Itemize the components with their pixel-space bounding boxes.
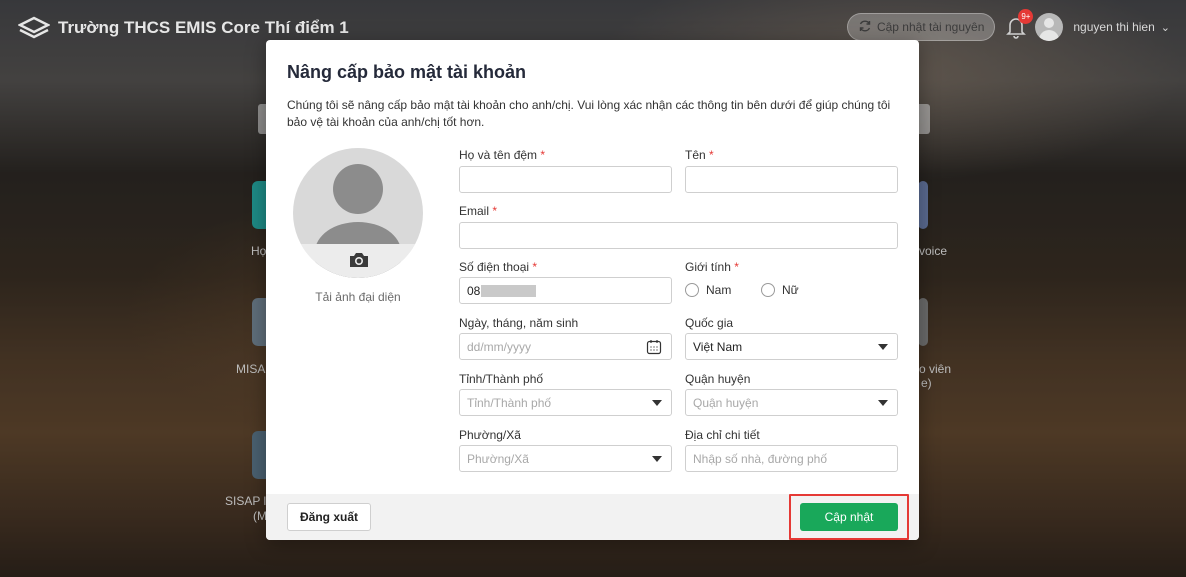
upload-avatar-label[interactable]: Tải ảnh đại diện <box>293 290 423 304</box>
ward-label: Phường/Xã <box>459 428 521 442</box>
notification-bell-icon[interactable]: 9+ <box>1005 9 1034 39</box>
first-name-label: Tên * <box>685 148 714 162</box>
username[interactable]: nguyen thi hien <box>1073 20 1154 34</box>
last-name-input[interactable] <box>459 166 672 193</box>
dropdown-caret-icon[interactable] <box>652 456 662 462</box>
avatar-head <box>333 164 383 214</box>
address-input[interactable]: Nhập số nhà, đường phố <box>685 445 898 472</box>
app-logo-icon <box>18 15 50 41</box>
dob-input[interactable]: dd/mm/yyyy <box>459 333 672 360</box>
background-app-label: MISA <box>236 362 266 376</box>
background-app-tile <box>918 298 928 346</box>
background-app-label: o viên <box>919 362 952 376</box>
address-label: Địa chỉ chi tiết <box>685 428 760 442</box>
avatar-upload[interactable] <box>293 148 423 278</box>
dropdown-caret-icon[interactable] <box>652 400 662 406</box>
radio-circle[interactable] <box>685 283 699 297</box>
phone-input[interactable]: 08 <box>459 277 672 304</box>
province-label: Tỉnh/Thành phố <box>459 372 544 386</box>
calendar-icon[interactable] <box>646 339 662 358</box>
gender-label: Giới tính * <box>685 260 739 274</box>
update-button-highlight <box>789 494 909 540</box>
dropdown-caret-icon[interactable] <box>878 400 888 406</box>
background-app-label: (M <box>253 509 267 523</box>
country-select[interactable]: Việt Nam <box>685 333 898 360</box>
district-select[interactable]: Quận huyện <box>685 389 898 416</box>
email-input[interactable] <box>459 222 898 249</box>
background-app-tile <box>918 181 928 229</box>
background-app-label: Họ <box>251 244 267 258</box>
background-app-label: SISAP l <box>225 494 267 508</box>
camera-icon[interactable] <box>348 251 370 274</box>
modal-description: Chúng tôi sẽ nâng cấp bảo mật tài khoản … <box>287 98 891 129</box>
ward-select[interactable]: Phường/Xã <box>459 445 672 472</box>
dropdown-caret-icon[interactable] <box>878 344 888 350</box>
dob-label: Ngày, tháng, năm sinh <box>459 316 579 330</box>
logout-button[interactable]: Đăng xuất <box>287 503 372 531</box>
country-label: Quốc gia <box>685 316 734 330</box>
update-resources-label: Cập nhật tài nguyên <box>876 20 985 34</box>
first-name-input[interactable] <box>685 166 898 193</box>
district-label: Quận huyện <box>685 372 751 386</box>
last-name-label: Họ và tên đệm * <box>459 148 546 162</box>
refresh-icon <box>858 19 872 36</box>
modal-title: Nâng cấp bảo mật tài khoản <box>287 62 527 82</box>
gender-female-radio[interactable]: Nữ <box>761 283 799 297</box>
account-security-modal: Nâng cấp bảo mật tài khoản Chúng tôi sẽ … <box>266 40 919 540</box>
chevron-down-icon[interactable]: ⌄ <box>1161 21 1170 34</box>
radio-circle[interactable] <box>761 283 775 297</box>
province-select[interactable]: Tỉnh/Thành phố <box>459 389 672 416</box>
masked-phone-digits <box>481 284 537 297</box>
notification-badge: 9+ <box>1018 9 1034 24</box>
update-resources-button[interactable]: Cập nhật tài nguyên <box>846 13 996 41</box>
email-label: Email * <box>459 204 498 218</box>
gender-male-radio[interactable]: Nam <box>685 283 731 297</box>
app-title: Trường THCS EMIS Core Thí điểm 1 <box>58 18 349 37</box>
background-app-label: e) <box>921 376 932 390</box>
phone-label: Số điện thoại * <box>459 260 538 274</box>
background-app-label: voice <box>919 244 948 258</box>
user-avatar[interactable] <box>1035 13 1064 41</box>
